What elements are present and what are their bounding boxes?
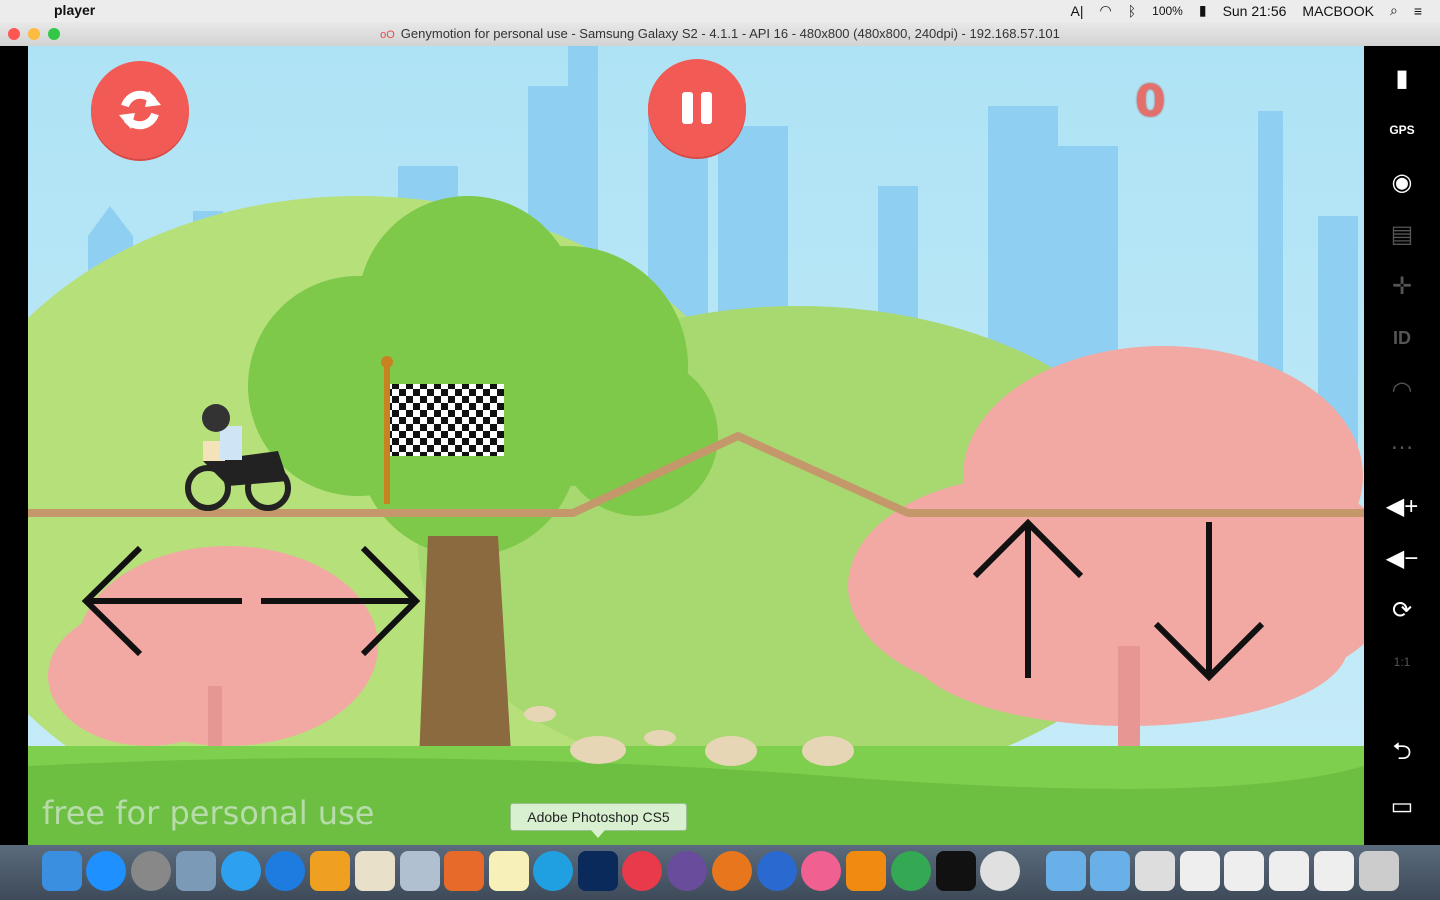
photo-icon[interactable] bbox=[355, 851, 395, 891]
maroc-telecom-icon[interactable] bbox=[310, 851, 350, 891]
game-viewport[interactable]: 0 free for personal use bbox=[28, 46, 1364, 845]
genymotion-player-icon[interactable] bbox=[980, 851, 1020, 891]
status-area: A| ◠ ᛒ 100% ▮ Sun 21:56 MACBOOK ⌕ ≡ bbox=[1071, 2, 1422, 19]
preview-icon[interactable] bbox=[176, 851, 216, 891]
network-icon[interactable] bbox=[400, 851, 440, 891]
trash-icon[interactable] bbox=[1359, 851, 1399, 891]
notification-icon[interactable]: ≡ bbox=[1414, 3, 1422, 19]
game-scene bbox=[28, 46, 1364, 845]
wifi-icon[interactable]: ◠ bbox=[1100, 2, 1112, 19]
window-title-text: Genymotion for personal use - Samsung Ga… bbox=[400, 26, 1060, 41]
host-name[interactable]: MACBOOK bbox=[1302, 3, 1374, 19]
right-arrow-button[interactable] bbox=[258, 536, 428, 666]
webcam-icon[interactable]: ◉ bbox=[1378, 162, 1426, 202]
window-thumb-4[interactable] bbox=[1269, 851, 1309, 891]
id-icon[interactable]: ID bbox=[1378, 318, 1426, 358]
notes-icon[interactable] bbox=[489, 851, 529, 891]
pause-button[interactable] bbox=[648, 59, 746, 157]
skype-icon[interactable] bbox=[533, 851, 573, 891]
rss-icon[interactable]: ◠ bbox=[1378, 370, 1426, 410]
3g-icon[interactable] bbox=[444, 851, 484, 891]
flag-icon[interactable]: ▮ bbox=[1199, 2, 1207, 19]
firefox-icon[interactable] bbox=[712, 851, 752, 891]
eclipse-icon[interactable] bbox=[667, 851, 707, 891]
genymotion-sidebar: ▮ GPS ◉ ▤ ✛ ID ◠ … ◀+ ◀− ⟳ 1:1 ⮌ ▭ bbox=[1364, 46, 1440, 845]
volume-down-icon[interactable]: ◀− bbox=[1378, 538, 1426, 578]
window-thumb-3[interactable] bbox=[1224, 851, 1264, 891]
photoshop-icon[interactable] bbox=[578, 851, 618, 891]
capture-icon[interactable]: ▤ bbox=[1378, 214, 1426, 254]
back-icon[interactable]: ⮌ bbox=[1378, 734, 1426, 774]
sms-icon[interactable]: … bbox=[1378, 422, 1426, 462]
left-arrow-button[interactable] bbox=[58, 536, 248, 666]
messages-icon[interactable] bbox=[221, 851, 261, 891]
score-counter: 0 bbox=[1135, 76, 1166, 127]
chrome-icon[interactable] bbox=[891, 851, 931, 891]
macos-menubar: player A| ◠ ᛒ 100% ▮ Sun 21:56 MACBOOK ⌕… bbox=[0, 0, 1440, 22]
window-titlebar: oO Genymotion for personal use - Samsung … bbox=[0, 22, 1440, 47]
system-preferences-icon[interactable] bbox=[131, 851, 171, 891]
flag-pole-top bbox=[381, 356, 393, 368]
rotate-icon[interactable]: ⟳ bbox=[1378, 590, 1426, 630]
vlc-icon[interactable] bbox=[846, 851, 886, 891]
genymotion-dock-icon[interactable] bbox=[622, 851, 662, 891]
battery-icon[interactable]: ▮ bbox=[1378, 58, 1426, 98]
itunes-icon[interactable] bbox=[801, 851, 841, 891]
up-arrow-button[interactable] bbox=[968, 516, 1088, 686]
flag-pole bbox=[384, 362, 390, 504]
recent-apps-icon[interactable]: ▭ bbox=[1378, 786, 1426, 826]
dpad-icon[interactable]: ✛ bbox=[1378, 266, 1426, 306]
genymotion-icon: oO bbox=[380, 29, 395, 41]
terminal-icon[interactable] bbox=[936, 851, 976, 891]
input-icon[interactable]: A| bbox=[1071, 3, 1084, 19]
restart-button[interactable] bbox=[91, 61, 189, 159]
macos-dock bbox=[0, 845, 1440, 900]
safari-icon[interactable] bbox=[265, 851, 305, 891]
watermark-text: free for personal use bbox=[42, 794, 375, 832]
checkered-flag bbox=[390, 384, 504, 456]
finder-icon[interactable] bbox=[42, 851, 82, 891]
clock[interactable]: Sun 21:56 bbox=[1223, 3, 1287, 19]
applications-folder-icon[interactable] bbox=[1046, 851, 1086, 891]
window-title: oO Genymotion for personal use - Samsung … bbox=[0, 26, 1440, 41]
down-arrow-button[interactable] bbox=[1148, 516, 1268, 686]
spotlight-icon[interactable]: ⌕ bbox=[1390, 2, 1398, 19]
left-frame bbox=[0, 46, 28, 845]
quicktime-icon[interactable] bbox=[757, 851, 797, 891]
scale-icon[interactable]: 1:1 bbox=[1378, 642, 1426, 682]
restart-icon bbox=[119, 90, 161, 130]
bluetooth-icon[interactable]: ᛒ bbox=[1128, 3, 1136, 19]
documents-folder-icon[interactable] bbox=[1090, 851, 1130, 891]
volume-up-icon[interactable]: ◀+ bbox=[1378, 486, 1426, 526]
active-app-name[interactable]: player bbox=[54, 2, 95, 18]
window-thumb-5[interactable] bbox=[1314, 851, 1354, 891]
window-thumb-2[interactable] bbox=[1180, 851, 1220, 891]
window-thumb-1[interactable] bbox=[1135, 851, 1175, 891]
pause-icon bbox=[682, 92, 712, 124]
battery-percent[interactable]: 100% bbox=[1152, 4, 1183, 18]
dock-tooltip: Adobe Photoshop CS5 bbox=[510, 803, 687, 838]
gps-icon[interactable]: GPS bbox=[1378, 110, 1426, 150]
app-store-icon[interactable] bbox=[86, 851, 126, 891]
